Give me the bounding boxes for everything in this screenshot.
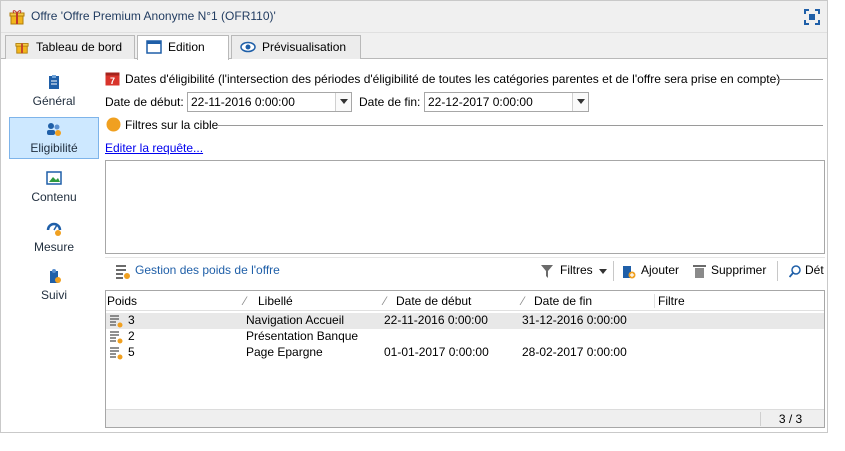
sidebar: Général Eligibilité Contenu Mesure Suivi <box>9 67 99 317</box>
column-header-label[interactable]: Libellé <box>258 294 293 308</box>
column-header-weight[interactable]: Poids <box>107 294 137 308</box>
toolbar-separator <box>613 261 614 281</box>
title-bar: Offre 'Offre Premium Anonyme N°1 (OFR110… <box>1 1 827 33</box>
tab-preview-label: Prévisualisation <box>262 40 347 54</box>
column-header-end[interactable]: Date de fin <box>534 294 592 308</box>
target-section-divider <box>217 125 823 126</box>
table-footer: 3 / 3 <box>106 409 824 427</box>
image-icon <box>46 171 62 185</box>
detail-button[interactable]: Dét <box>805 263 824 277</box>
weights-table[interactable]: Poids ⁄ Libellé ⁄ Date de début ⁄ Date d… <box>105 290 825 428</box>
end-date-label: Date de fin: <box>359 95 421 109</box>
sidebar-item-measure[interactable]: Mesure <box>9 217 99 259</box>
delete-button[interactable]: Supprimer <box>711 263 766 277</box>
column-header-start[interactable]: Date de début <box>396 294 471 308</box>
edit-query-link[interactable]: Editer la requête... <box>105 141 203 155</box>
filters-button[interactable]: Filtres <box>560 263 593 277</box>
sort-icon: ⁄ <box>244 294 247 308</box>
weight-row-icon <box>110 347 123 360</box>
column-header-filter[interactable]: Filtre <box>658 294 685 308</box>
tab-dashboard[interactable]: Tableau de bord <box>5 35 135 59</box>
column-separator <box>654 294 655 308</box>
sidebar-item-eligibility[interactable]: Eligibilité <box>9 117 99 159</box>
sidebar-item-label: Suivi <box>40 288 67 302</box>
dates-section-divider <box>777 79 823 80</box>
tab-preview[interactable]: Prévisualisation <box>231 35 361 59</box>
filter-dot-icon <box>106 117 121 132</box>
table-row[interactable]: 3 Navigation Accueil 22-11-2016 0:00:00 … <box>106 313 824 329</box>
eligibility-panel: 7 Dates d'éligibilité (l'intersection de… <box>105 67 825 432</box>
weight-row-icon <box>110 331 123 344</box>
tab-edition-label: Edition <box>168 40 205 54</box>
cell-label: Page Epargne <box>246 345 323 359</box>
cell-label: Navigation Accueil <box>246 313 345 327</box>
svg-text:7: 7 <box>110 76 115 86</box>
weights-list-icon <box>116 265 130 279</box>
tab-bar: Tableau de bord Edition Prévisualisation <box>1 33 827 60</box>
sidebar-item-tracking[interactable]: Suivi <box>9 265 99 307</box>
sidebar-item-label: Mesure <box>33 240 74 254</box>
sidebar-item-label: Contenu <box>31 190 77 204</box>
toolbar-separator <box>777 261 778 281</box>
tab-dashboard-label: Tableau de bord <box>36 40 123 54</box>
eye-icon <box>240 41 256 53</box>
end-date-value: 22-12-2017 0:00:00 <box>428 95 533 109</box>
sidebar-item-label: Eligibilité <box>30 141 78 155</box>
dates-section-title: Dates d'éligibilité (l'intersection des … <box>125 72 781 86</box>
add-button[interactable]: Ajouter <box>641 263 679 277</box>
end-date-field[interactable]: 22-12-2017 0:00:00 <box>424 92 589 112</box>
weight-row-icon <box>110 315 123 328</box>
cell-start: 01-01-2017 0:00:00 <box>384 345 489 359</box>
gift-icon <box>15 43 29 54</box>
cell-end: 31-12-2016 0:00:00 <box>522 313 627 327</box>
clipboard-icon <box>49 75 59 89</box>
maximize-icon[interactable] <box>803 8 821 26</box>
sidebar-item-general[interactable]: Général <box>9 71 99 113</box>
weights-title: Gestion des poids de l'offre <box>135 263 280 277</box>
measure-icon <box>46 222 62 236</box>
trash-icon <box>693 265 706 278</box>
cell-label: Présentation Banque <box>246 329 359 343</box>
start-date-value: 22-11-2016 0:00:00 <box>191 95 295 109</box>
tab-edition[interactable]: Edition <box>137 35 229 60</box>
query-area[interactable] <box>105 160 825 254</box>
search-icon <box>789 265 801 278</box>
tracking-icon <box>50 269 61 283</box>
sort-icon: ⁄ <box>384 294 387 308</box>
add-icon <box>623 266 636 279</box>
sidebar-item-label: Général <box>32 94 76 108</box>
sidebar-item-content[interactable]: Contenu <box>9 167 99 209</box>
sort-icon: ⁄ <box>522 294 525 308</box>
target-section-title: Filtres sur la cible <box>125 118 219 132</box>
gift-icon <box>9 10 25 25</box>
cell-end: 28-02-2017 0:00:00 <box>522 345 627 359</box>
chevron-down-icon[interactable] <box>335 93 351 111</box>
table-row[interactable]: 2 Présentation Banque <box>106 329 824 345</box>
table-header: Poids ⁄ Libellé ⁄ Date de début ⁄ Date d… <box>106 291 824 311</box>
chevron-down-icon[interactable] <box>572 93 588 111</box>
cell-start: 22-11-2016 0:00:00 <box>384 313 488 327</box>
people-icon <box>47 123 61 136</box>
calendar-icon: 7 <box>105 72 120 86</box>
funnel-icon <box>541 265 553 278</box>
row-count: 3 / 3 <box>760 412 820 426</box>
offer-window: Offre 'Offre Premium Anonyme N°1 (OFR110… <box>0 0 828 433</box>
window-title: Offre 'Offre Premium Anonyme N°1 (OFR110… <box>31 9 276 23</box>
cell-weight: 3 <box>128 313 135 327</box>
cell-weight: 2 <box>128 329 135 343</box>
cell-weight: 5 <box>128 345 135 359</box>
table-row[interactable]: 5 Page Epargne 01-01-2017 0:00:00 28-02-… <box>106 345 824 361</box>
start-date-label: Date de début: <box>105 95 184 109</box>
chevron-down-icon[interactable] <box>599 269 607 274</box>
form-icon <box>146 40 162 54</box>
weights-toolbar: Gestion des poids de l'offre Filtres Ajo… <box>105 257 825 283</box>
start-date-field[interactable]: 22-11-2016 0:00:00 <box>187 92 352 112</box>
